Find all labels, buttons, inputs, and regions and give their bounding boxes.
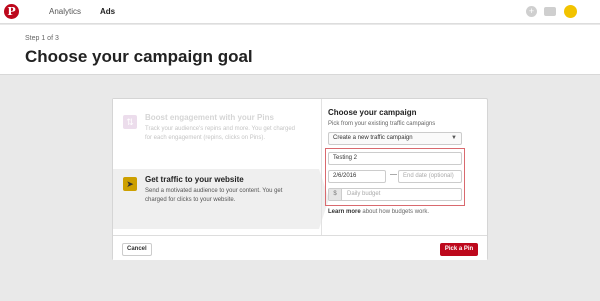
chevron-down-icon: ▼ <box>451 135 457 141</box>
goal-title: Get traffic to your website <box>145 175 244 184</box>
learn-more-rest: about how budgets work. <box>360 209 430 215</box>
step-indicator: Step 1 of 3 <box>25 35 59 42</box>
goal-description: Send a motivated audience to your conten… <box>145 188 283 203</box>
top-nav: P Analytics Ads + <box>0 0 600 24</box>
campaign-name-field[interactable]: Testing 2 <box>328 152 462 165</box>
goal-option-engagement[interactable]: ⇅ Boost engagement with your Pins Track … <box>113 107 319 167</box>
cancel-button[interactable]: Cancel <box>122 243 152 256</box>
campaign-panel-subtitle: Pick from your existing traffic campaign… <box>328 121 436 127</box>
campaign-panel-title: Choose your campaign <box>328 108 417 117</box>
avatar[interactable] <box>564 5 577 18</box>
end-date-field[interactable]: End date (optional) <box>398 170 462 183</box>
pick-a-pin-button[interactable]: Pick a Pin <box>440 243 478 256</box>
page-header: Step 1 of 3 Choose your campaign goal <box>0 25 600 75</box>
campaign-panel: Choose your campaign Pick from your exis… <box>321 99 488 235</box>
campaign-select-value: Create a new traffic campaign <box>333 135 413 141</box>
plus-icon[interactable]: + <box>526 6 537 17</box>
daily-budget-field[interactable]: $ Daily budget <box>328 188 462 201</box>
cursor-icon: ➤ <box>123 177 137 191</box>
start-date-field[interactable]: 2/6/2016 <box>328 170 386 183</box>
pin-icon: ⇅ <box>123 115 137 129</box>
learn-more-link[interactable]: Learn more <box>328 209 361 215</box>
goal-option-traffic[interactable]: ➤ Get traffic to your website Send a mot… <box>113 169 319 229</box>
date-range-separator: — <box>390 171 397 178</box>
currency-icon: $ <box>329 189 342 200</box>
campaign-goal-card: ⇅ Boost engagement with your Pins Track … <box>112 98 488 260</box>
daily-budget-placeholder: Daily budget <box>347 191 381 197</box>
budget-help-text: Learn more about how budgets work. <box>328 209 429 215</box>
nav-ads-link[interactable]: Ads <box>100 7 115 16</box>
goal-description: Track your audience's repins and more. Y… <box>145 126 296 141</box>
goal-title: Boost engagement with your Pins <box>145 113 274 122</box>
page-title: Choose your campaign goal <box>25 47 253 66</box>
pinterest-logo-icon[interactable]: P <box>4 4 19 19</box>
nav-analytics-link[interactable]: Analytics <box>49 7 81 16</box>
message-icon[interactable] <box>544 7 556 16</box>
goal-options: ⇅ Boost engagement with your Pins Track … <box>113 99 319 235</box>
campaign-select[interactable]: Create a new traffic campaign ▼ <box>328 132 462 145</box>
card-footer: Cancel Pick a Pin <box>113 235 487 260</box>
new-campaign-form: Testing 2 2/6/2016 — End date (optional)… <box>325 148 465 206</box>
